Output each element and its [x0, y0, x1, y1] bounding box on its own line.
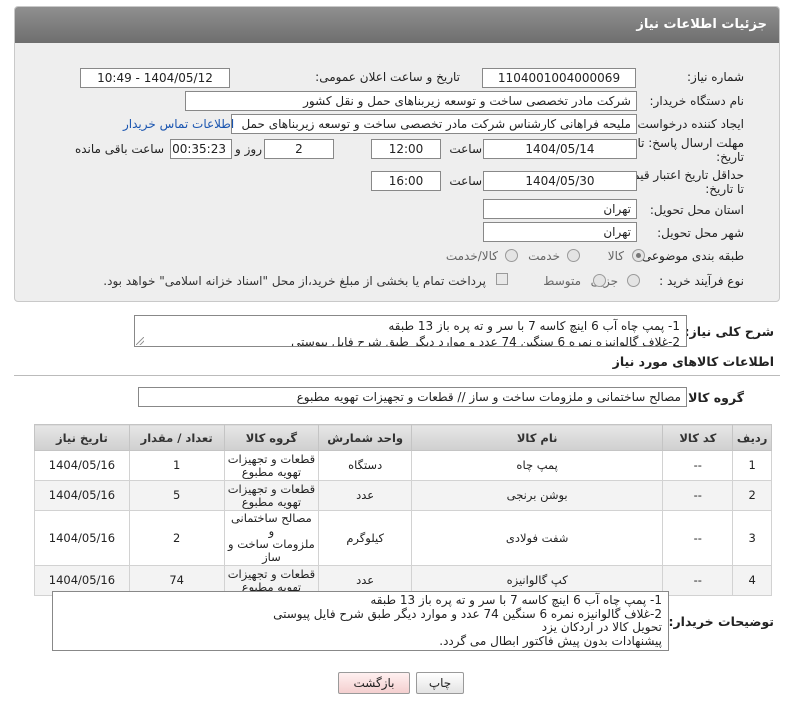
table-row[interactable]: 3 -- شفت فولادی کیلوگرم مصالح ساختمانی و…: [34, 510, 772, 566]
cell-row: 4: [732, 565, 772, 596]
treasury-note: پرداخت تمام یا بخشی از مبلغ خرید،از محل …: [103, 274, 486, 288]
cell-unit: عدد: [318, 480, 412, 511]
col-name: نام کالا: [410, 424, 664, 451]
cell-group: قطعات و تجهیزات تهویه مطبوع: [223, 450, 320, 481]
back-button[interactable]: بازگشت: [338, 672, 410, 694]
col-date: تاریخ نیاز: [34, 424, 130, 451]
deadline-time-label: ساعت: [449, 142, 482, 156]
buyer-notes-textarea[interactable]: 1- پمپ چاه آب 6 اینچ کاسه 7 با سر و ته پ…: [52, 591, 669, 651]
cell-group-line: تهویه مطبوع: [241, 494, 302, 509]
remaining-time-field[interactable]: 00:35:23: [170, 139, 232, 159]
buyer-org-field[interactable]: شرکت مادر تخصصی ساخت و توسعه زیربناهای ح…: [185, 91, 637, 111]
cell-group-line: ساز: [262, 550, 281, 564]
treasury-checkbox[interactable]: [496, 273, 508, 285]
buyer-contact-link[interactable]: اطلاعات تماس خریدار: [123, 117, 234, 131]
requester-field[interactable]: ملیحه فراهانی کارشناس شرکت مادر تخصصی سا…: [231, 114, 637, 134]
cell-qty: 2: [128, 510, 225, 566]
goods-section-divider: [14, 375, 780, 376]
cell-row: 2: [732, 480, 772, 511]
buyer-notes-line-2: 2-غلاف گالوانیزه نمره 6 سنگین 74 عدد و م…: [273, 606, 662, 621]
requester-label: ایجاد کننده درخواست:: [633, 117, 744, 131]
buyer-notes-line-4: پیشنهادات بدون پیش فاکتور ابطال می گردد.: [439, 633, 662, 648]
province-label: استان محل تحویل:: [649, 203, 744, 217]
city-field[interactable]: تهران: [483, 222, 637, 242]
cell-code: --: [662, 510, 734, 566]
cell-qty: 1: [128, 450, 225, 481]
description-textarea[interactable]: 1- پمپ چاه آب 6 اینچ کاسه 7 با سر و ته پ…: [134, 315, 687, 347]
cell-unit: کیلوگرم: [318, 510, 412, 566]
cell-code: --: [662, 565, 734, 596]
need-number-label: شماره نیاز:: [687, 70, 744, 84]
purchase-type-radio-minor[interactable]: [627, 274, 640, 287]
description-line-2: 2-غلاف گالوانیزه نمره 6 سنگین 74 عدد و م…: [291, 335, 680, 347]
goods-table: ردیف کد کالا نام کالا واحد شمارش گروه کا…: [34, 424, 772, 596]
table-row[interactable]: 1 -- پمپ چاه دستگاه قطعات و تجهیزات تهویه…: [34, 450, 772, 481]
category-radio-goods-service[interactable]: [505, 249, 518, 262]
category-radio-goods[interactable]: [632, 249, 645, 262]
goods-table-header: ردیف کد کالا نام کالا واحد شمارش گروه کا…: [34, 424, 772, 451]
col-unit: واحد شمارش: [318, 424, 412, 451]
purchase-type-radio-medium[interactable]: [593, 274, 606, 287]
buyer-notes-line-1: 1- پمپ چاه آب 6 اینچ کاسه 7 با سر و ته پ…: [370, 593, 662, 607]
cell-group-line: قطعات و تجهیزات: [227, 566, 316, 581]
cell-name: پمپ چاه: [410, 450, 664, 481]
print-button[interactable]: چاپ: [416, 672, 464, 694]
remaining-time-label: ساعت باقی مانده: [74, 142, 164, 156]
description-label: شرح کلی نیاز:: [684, 324, 774, 339]
col-row: ردیف: [732, 424, 772, 451]
deadline-date-field[interactable]: 1404/05/14: [483, 139, 637, 159]
announce-datetime-label: تاریخ و ساعت اعلان عمومی:: [315, 70, 460, 84]
purchase-type-option-medium: متوسط: [543, 274, 581, 288]
goods-group-label: گروه کالا:: [683, 390, 744, 405]
category-option-goods-service: کالا/خدمت: [445, 249, 498, 263]
col-qty: تعداد / مقدار: [128, 424, 225, 451]
cell-unit: دستگاه: [318, 450, 412, 481]
purchase-type-label: نوع فرآیند خرید :: [659, 274, 744, 288]
city-label: شهر محل تحویل:: [657, 226, 744, 240]
cell-date: 1404/05/16: [34, 450, 130, 481]
col-group: گروه کالا: [223, 424, 320, 451]
deadline-label: مهلت ارسال پاسخ: تا: [637, 136, 744, 150]
cell-row: 3: [732, 510, 772, 566]
goods-section-title: اطلاعات کالاهای مورد نیاز: [612, 354, 774, 369]
cell-code: --: [662, 450, 734, 481]
description-resize-handle[interactable]: [136, 337, 144, 345]
cell-group: قطعات و تجهیزات تهویه مطبوع: [223, 480, 320, 511]
announce-datetime-field[interactable]: 1404/05/12 - 10:49: [80, 68, 230, 88]
cell-row: 1: [732, 450, 772, 481]
price-validity-time-field[interactable]: 16:00: [371, 171, 441, 191]
deadline-days-label: روز و: [235, 142, 262, 156]
table-row[interactable]: 2 -- بوشن برنجی عدد قطعات و تجهیزات تهویه…: [34, 480, 772, 511]
col-code: کد کالا: [662, 424, 734, 451]
category-option-service: خدمت: [528, 249, 560, 263]
cell-date: 1404/05/16: [34, 510, 130, 566]
category-radio-service[interactable]: [567, 249, 580, 262]
cell-date: 1404/05/16: [34, 480, 130, 511]
cell-qty: 5: [128, 480, 225, 511]
cell-group-line: مصالح ساختمانی و: [230, 511, 312, 538]
need-number-field[interactable]: 1104001004000069: [482, 68, 636, 88]
deadline-days-field[interactable]: 2: [264, 139, 334, 159]
panel-title: جزئیات اطلاعات نیاز: [15, 7, 779, 43]
cell-name: شفت فولادی: [410, 510, 664, 566]
price-validity-label-date: تا تاریخ:: [705, 182, 744, 196]
cell-group: مصالح ساختمانی و ملزومات ساخت و ساز: [223, 510, 320, 566]
description-line-1: 1- پمپ چاه آب 6 اینچ کاسه 7 با سر و ته پ…: [388, 319, 680, 333]
cell-group-line: قطعات و تجهیزات: [227, 451, 316, 466]
deadline-label-date: تاریخ:: [716, 150, 744, 164]
deadline-time-field[interactable]: 12:00: [371, 139, 441, 159]
category-option-goods: کالا: [607, 249, 624, 263]
buyer-notes-label: توضیحات خریدار:: [668, 614, 774, 629]
province-field[interactable]: تهران: [483, 199, 637, 219]
goods-group-field[interactable]: مصالح ساختمانی و ملزومات ساخت و ساز // ق…: [138, 387, 687, 407]
category-label: طبقه بندی موضوعی:: [637, 249, 744, 263]
price-validity-date-field[interactable]: 1404/05/30: [483, 171, 637, 191]
cell-group-line: قطعات و تجهیزات: [227, 481, 316, 496]
buyer-org-label: نام دستگاه خریدار:: [649, 94, 745, 108]
price-validity-time-label: ساعت: [449, 174, 482, 188]
cell-name: بوشن برنجی: [410, 480, 664, 511]
cell-group-line: تهویه مطبوع: [241, 464, 302, 479]
buyer-notes-line-3: تحویل کالا در اردکان یزد: [541, 620, 662, 634]
cell-code: --: [662, 480, 734, 511]
